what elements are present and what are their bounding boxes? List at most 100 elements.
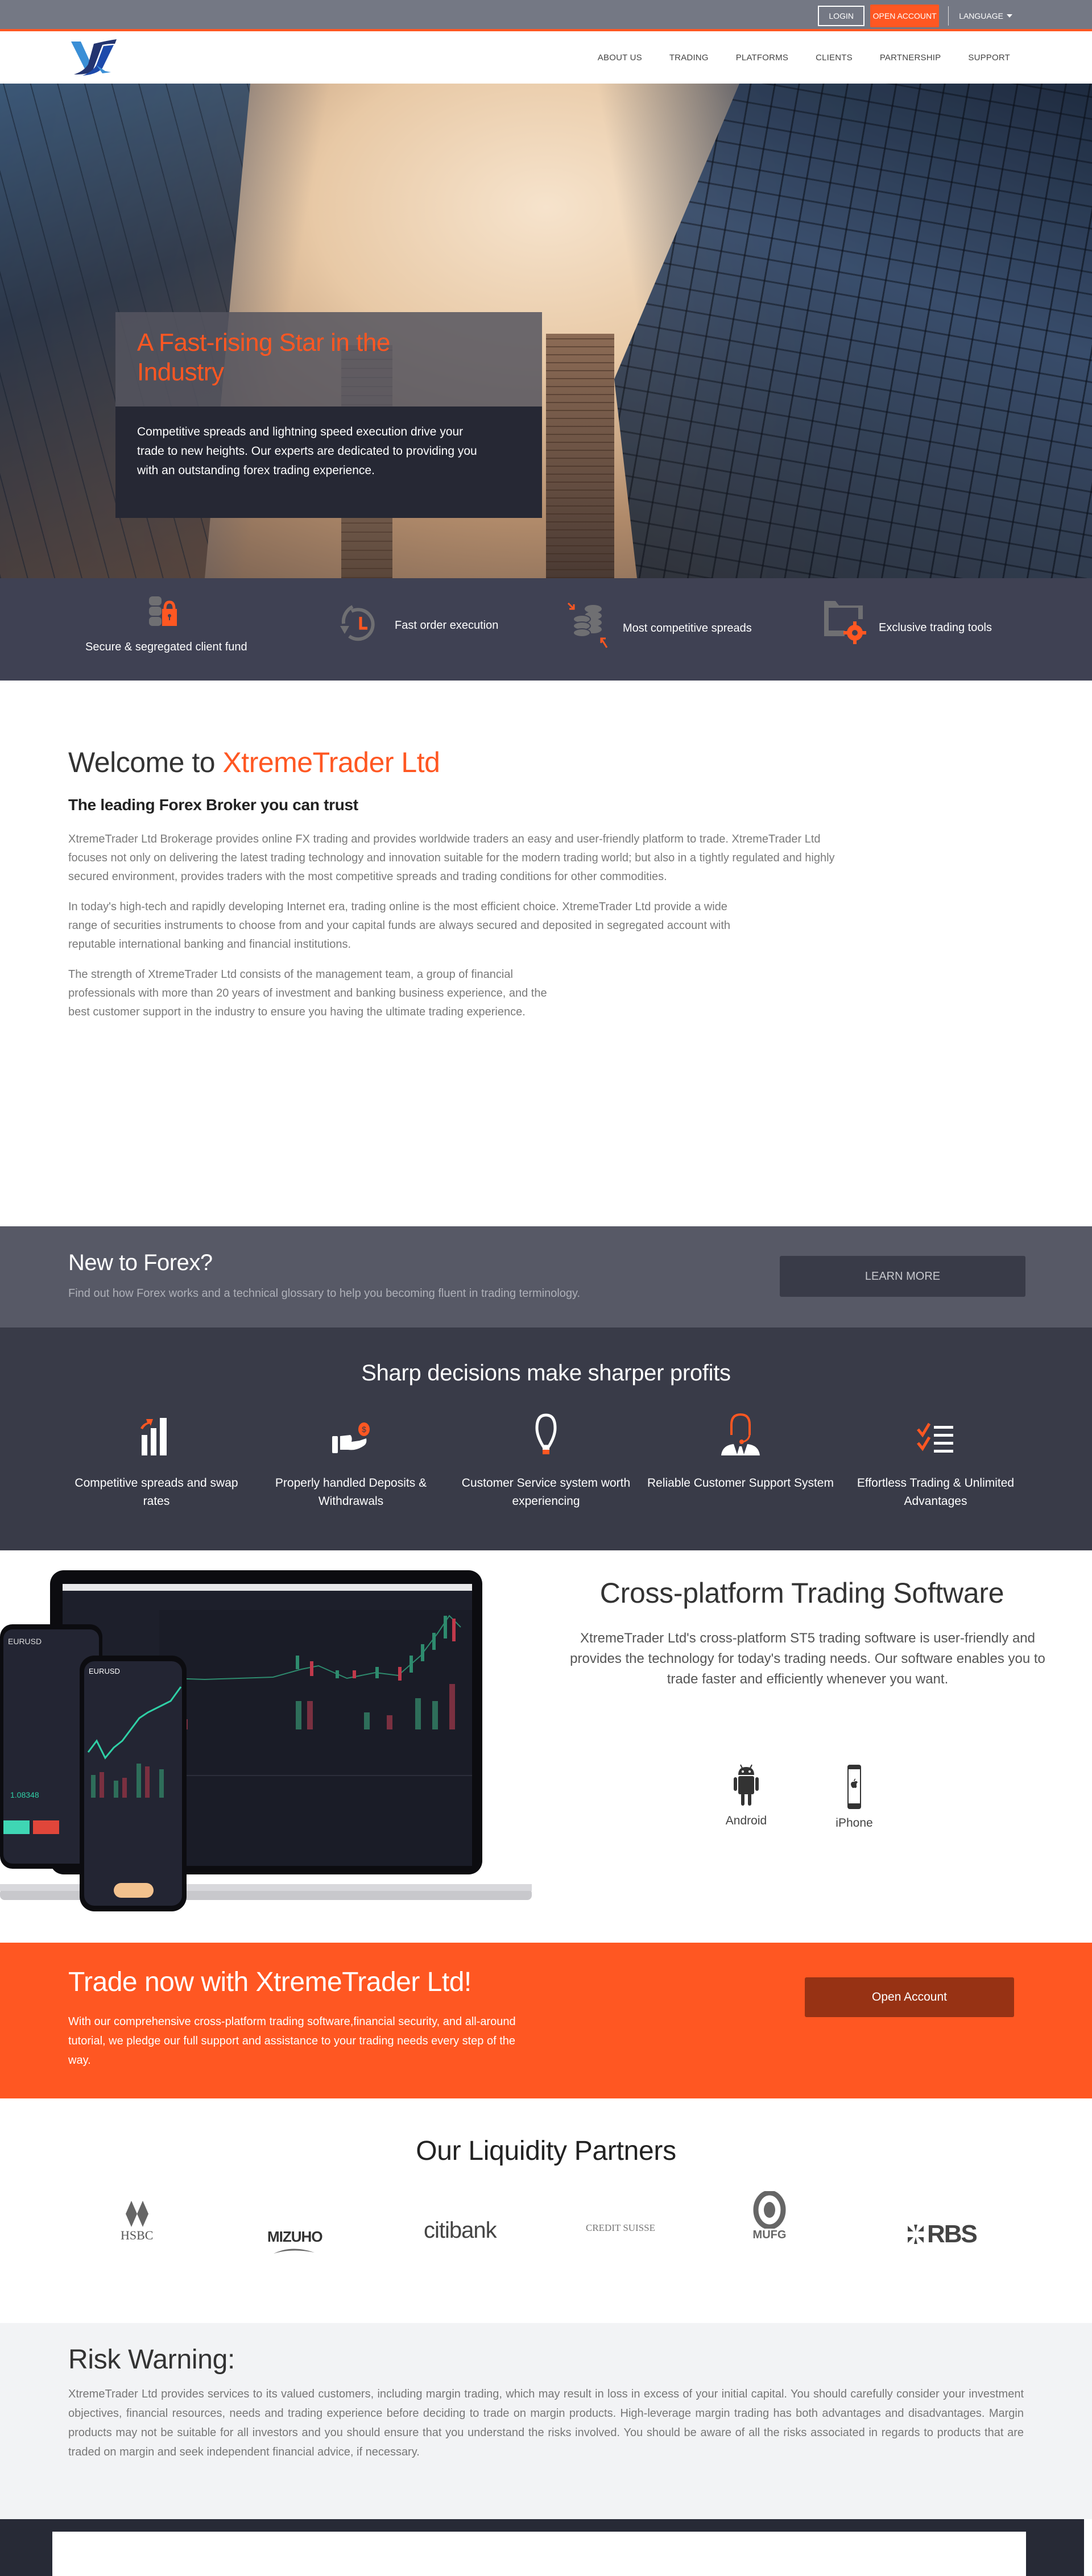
lightbulb-icon — [452, 1410, 640, 1455]
liquidity-partners-section: Our Liquidity Partners HSBC MIZUHO citib… — [0, 2098, 1092, 2323]
hsbc-hexagon-icon — [125, 2201, 148, 2227]
bar-chart-growth-icon — [63, 1410, 250, 1455]
android-label: Android — [725, 1814, 767, 1827]
sharp-item-label: Competitive spreads and swap rates — [75, 1476, 238, 1508]
partner-logo-mizuho: MIZUHO — [267, 2228, 323, 2255]
iphone-label: iPhone — [835, 1816, 873, 1830]
cross-platform-description: XtremeTrader Ltd's cross-platform ST5 tr… — [570, 1631, 1045, 1687]
sharp-title: Sharp decisions make sharper profits — [361, 1360, 731, 1386]
welcome-title-brand: XtremeTrader Ltd — [222, 746, 440, 778]
svg-text:EURUSD: EURUSD — [89, 1667, 120, 1675]
divider — [948, 6, 949, 26]
hero-title: A Fast-rising Star in the Industry — [137, 329, 390, 386]
sharp-decisions-section: Sharp decisions make sharper profits Com… — [0, 1328, 1092, 1550]
main-menu: ABOUT US TRADING PLATFORMS CLIENTS PARTN… — [584, 31, 1024, 84]
hero-building-center — [546, 334, 614, 578]
sharp-item-service: Customer Service system worth experienci… — [452, 1410, 640, 1511]
sharp-item-label: Properly handled Deposits & Withdrawals — [275, 1476, 427, 1508]
new-to-forex-title: New to Forex? — [68, 1250, 213, 1275]
iphone-app-link[interactable]: iPhone — [832, 1764, 877, 1830]
nav-clients[interactable]: CLIENTS — [802, 53, 866, 63]
phone-symbol: EURUSD — [8, 1637, 42, 1646]
login-button[interactable]: LOGIN — [818, 6, 865, 26]
welcome-paragraph: XtremeTrader Ltd Brokerage provides onli… — [68, 833, 835, 883]
partner-name: citibank — [424, 2218, 497, 2243]
nav-platforms[interactable]: PLATFORMS — [722, 53, 802, 63]
sharp-item-support: Reliable Customer Support System — [647, 1410, 834, 1492]
trade-now-description: With our comprehensive cross-platform tr… — [68, 2015, 516, 2067]
top-utility-bar: LOGIN OPEN ACCOUNT LANGUAGE — [0, 0, 1092, 31]
new-to-forex-section: New to Forex? Find out how Forex works a… — [0, 1226, 1092, 1328]
partners-title: Our Liquidity Partners — [416, 2136, 676, 2166]
feature-fast-execution: Fast order execution — [336, 601, 498, 650]
secure-fund-icon — [143, 594, 183, 633]
new-to-forex-description: Find out how Forex works and a technical… — [68, 1287, 581, 1300]
phone-price: 1.08348 — [10, 1790, 39, 1799]
sharp-item-effortless: Effortless Trading & Unlimited Advantage… — [842, 1410, 1029, 1511]
trade-now-title: Trade now with XtremeTrader Ltd! — [68, 1967, 471, 1997]
partner-logo-rbs: RBS — [907, 2220, 978, 2249]
feature-secure-fund: Secure & segregated client fund — [85, 594, 247, 654]
sharp-item-deposits: $ Properly handled Deposits & Withdrawal… — [257, 1410, 445, 1511]
welcome-title-prefix: Welcome to — [68, 746, 223, 778]
hero-card: A Fast-rising Star in the Industry Compe… — [115, 312, 542, 518]
hero-banner: A Fast-rising Star in the Industry Compe… — [0, 84, 1092, 578]
devices-mockup: EURUSD 1.08348 EURUSD — [0, 1570, 535, 1911]
cross-platform-title: Cross-platform Trading Software — [599, 1577, 1004, 1609]
mizuho-swoosh-icon — [274, 2249, 315, 2254]
main-navbar: ABOUT US TRADING PLATFORMS CLIENTS PARTN… — [0, 31, 1092, 84]
partner-logo-credit-suisse: CREDIT SUISSE — [586, 2222, 655, 2234]
feature-tools: Exclusive trading tools — [822, 596, 992, 651]
checklist-icon — [842, 1410, 1029, 1455]
nav-trading[interactable]: TRADING — [656, 53, 722, 63]
feature-spreads: Most competitive spreads — [566, 601, 752, 656]
feature-label: Fast order execution — [395, 619, 499, 632]
feature-label: Exclusive trading tools — [879, 621, 992, 634]
feature-strip: Secure & segregated client fund Fast ord… — [0, 578, 1092, 681]
welcome-paragraph: In today's high-tech and rapidly develop… — [68, 901, 730, 951]
hero-body-panel: Competitive spreads and lightning speed … — [115, 406, 542, 518]
partner-logo-citibank: citibank — [424, 2218, 497, 2243]
sharp-item-label: Effortless Trading & Unlimited Advantage… — [857, 1476, 1015, 1508]
mufg-circle-icon — [753, 2191, 786, 2229]
sharp-item-spreads: Competitive spreads and swap rates — [63, 1410, 250, 1511]
fast-execution-icon — [336, 601, 381, 650]
partner-name: MUFG — [752, 2229, 787, 2241]
nav-about-us[interactable]: ABOUT US — [584, 53, 656, 63]
risk-title: Risk Warning: — [68, 2345, 235, 2375]
partner-name: CREDIT SUISSE — [586, 2222, 656, 2233]
spreads-coins-icon — [566, 601, 611, 656]
learn-more-button[interactable]: LEARN MORE — [780, 1256, 1025, 1297]
caret-down-icon — [1007, 14, 1012, 18]
hero-description: Competitive spreads and lightning speed … — [137, 425, 477, 477]
open-account-button[interactable]: OPEN ACCOUNT — [870, 5, 940, 27]
trade-now-section: Trade now with XtremeTrader Ltd! With ou… — [0, 1943, 1092, 2098]
hero-building-right — [614, 84, 1092, 578]
android-icon — [734, 1764, 759, 1810]
hand-coin-icon: $ — [257, 1410, 445, 1455]
iphone-icon — [846, 1765, 862, 1812]
language-dropdown[interactable]: LANGUAGE — [959, 11, 1012, 20]
partner-name: MIZUHO — [267, 2228, 323, 2245]
cross-platform-section: EURUSD 1.08348 EURUSD Cross-platform Tra… — [0, 1550, 1092, 1943]
nav-partnership[interactable]: PARTNERSHIP — [866, 53, 955, 63]
feature-label: Most competitive spreads — [623, 621, 752, 634]
logo-icon — [71, 39, 117, 76]
android-app-link[interactable]: Android — [723, 1764, 769, 1828]
sharp-item-label: Reliable Customer Support System — [647, 1476, 834, 1490]
risk-body: XtremeTrader Ltd provides services to it… — [68, 2388, 1024, 2458]
tools-folder-gear-icon — [822, 596, 867, 651]
partner-name: RBS — [927, 2220, 978, 2248]
footer — [0, 2519, 1084, 2576]
welcome-section: Welcome to XtremeTrader Ltd The leading … — [0, 681, 1092, 1226]
hero-title-panel: A Fast-rising Star in the Industry — [115, 312, 542, 406]
headset-agent-icon — [647, 1410, 834, 1455]
open-account-cta-button[interactable]: Open Account — [805, 1977, 1014, 2017]
rbs-daisy-icon — [908, 2225, 924, 2244]
nav-support[interactable]: SUPPORT — [954, 53, 1024, 63]
svg-text:$: $ — [362, 1425, 366, 1434]
site-logo[interactable] — [63, 37, 134, 77]
partner-name: HSBC — [121, 2228, 154, 2242]
partner-logo-mufg: MUFG — [752, 2191, 787, 2242]
welcome-title: Welcome to XtremeTrader Ltd — [68, 746, 1092, 779]
